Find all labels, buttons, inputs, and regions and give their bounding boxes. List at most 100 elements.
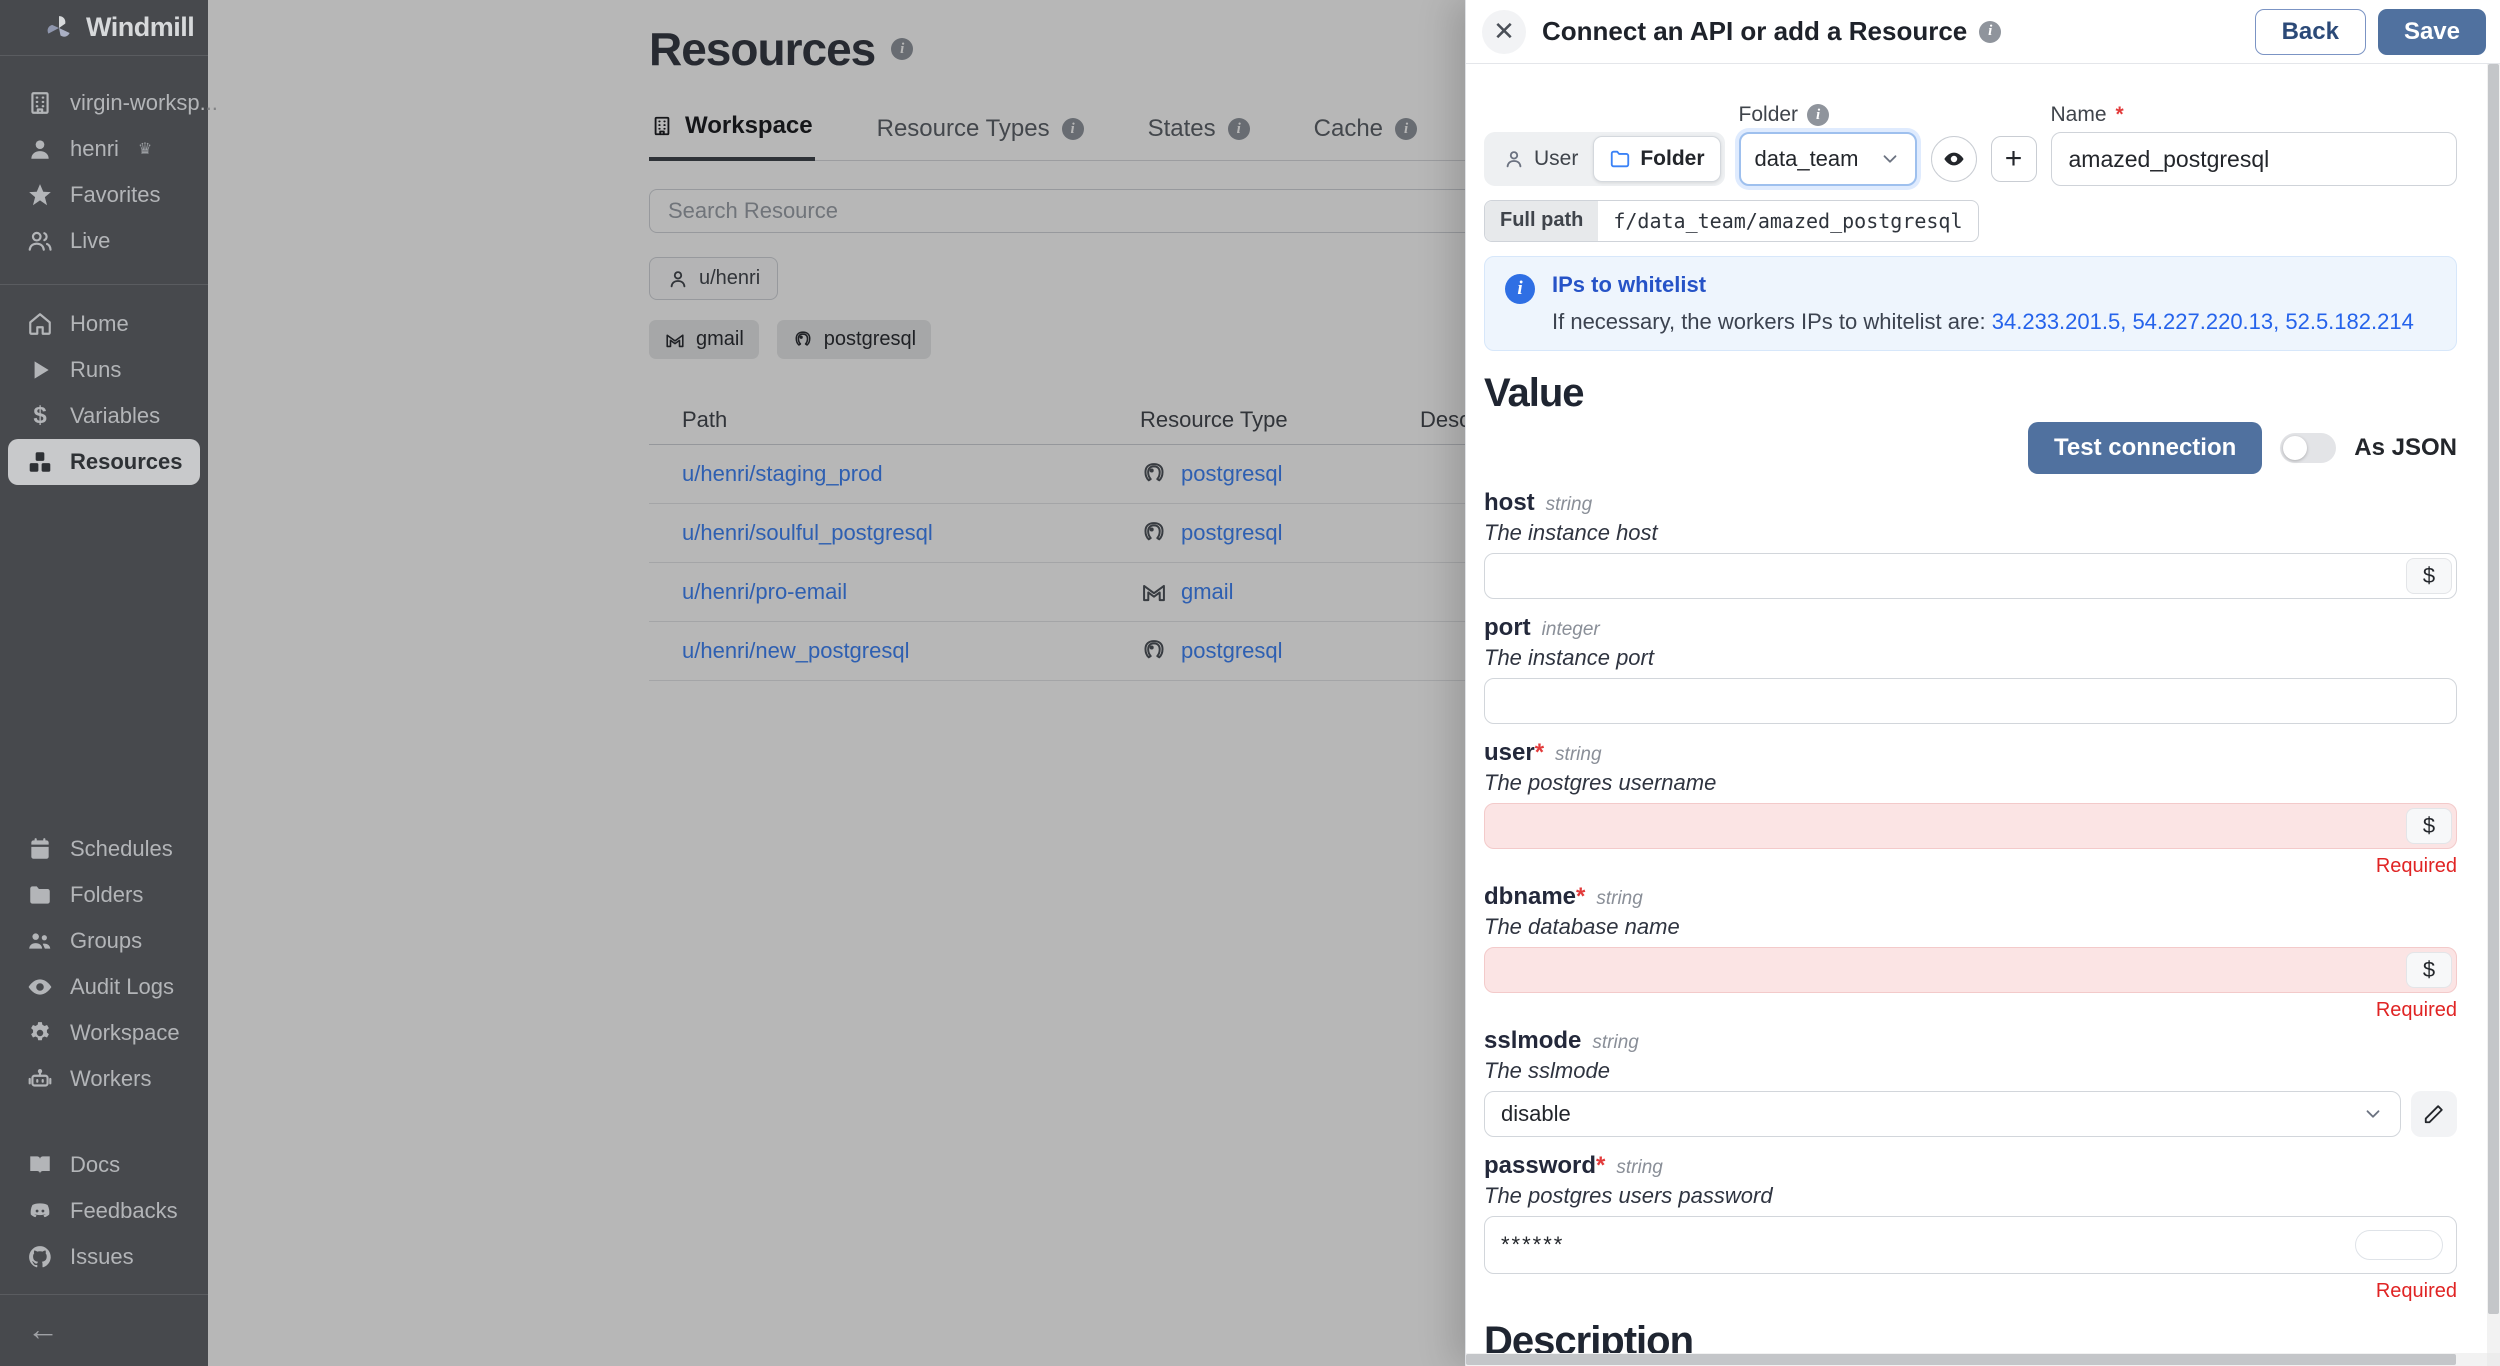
field-description: The instance port	[1484, 645, 1654, 670]
field-name: host	[1484, 489, 1535, 516]
sidebar-item-label: Workspace	[70, 1020, 180, 1045]
user-icon	[1506, 151, 1522, 168]
book-icon	[27, 1152, 53, 1178]
workspace-switcher[interactable]: virgin-worksp...	[0, 80, 218, 126]
sidebar-item-docs[interactable]: Docs	[0, 1142, 208, 1188]
sidebar-item-label: Audit Logs	[70, 974, 174, 999]
users-icon	[27, 228, 53, 254]
sidebar-item-live[interactable]: Live	[0, 218, 208, 264]
toggle-knob	[2283, 436, 2308, 460]
toggle-folder[interactable]: Folder	[1593, 136, 1721, 182]
sidebar-item-label: Schedules	[70, 836, 173, 861]
sidebar-item-variables[interactable]: $ Variables	[0, 393, 208, 439]
divider	[0, 284, 208, 285]
view-folder-button[interactable]	[1930, 136, 1977, 182]
required-mark: *	[1534, 739, 1545, 766]
field-type: string	[1592, 1032, 1639, 1053]
resource-drawer: ✕ Connect an API or add a Resource i Bac…	[1465, 0, 2500, 1366]
plus-icon: +	[2004, 142, 2023, 175]
eye-icon	[1943, 152, 1964, 166]
required-mark: *	[2115, 103, 2124, 126]
chevron-down-icon	[2366, 1110, 2380, 1118]
sidebar-item-groups[interactable]: Groups	[0, 918, 208, 964]
host-input[interactable]	[1484, 553, 2457, 599]
ips-list-link[interactable]: 34.233.201.5, 54.227.220.13, 52.5.182.21…	[1992, 309, 2414, 334]
sidebar-item-favorites[interactable]: Favorites	[0, 172, 208, 218]
sidebar-item-folders[interactable]: Folders	[0, 872, 208, 918]
password-reveal-pill[interactable]	[2355, 1230, 2443, 1260]
field-type: string	[1596, 888, 1643, 909]
sidebar-item-schedules[interactable]: Schedules	[0, 826, 208, 872]
user-name: henri	[70, 136, 119, 161]
sidebar-item-workers[interactable]: Workers	[0, 1056, 208, 1102]
as-json-toggle[interactable]	[2280, 433, 2337, 463]
field-password: password * string The postgres users pass…	[1484, 1152, 2457, 1303]
back-button[interactable]: Back	[2254, 8, 2366, 55]
drawer-body: User Folder Folder i data_team + Name * …	[1484, 64, 2457, 1353]
toggle-user[interactable]: User	[1488, 136, 1593, 182]
sidebar-item-issues[interactable]: Issues	[0, 1234, 208, 1280]
sidebar-item-workspace-settings[interactable]: Workspace	[0, 1010, 208, 1056]
as-json-label: As JSON	[2354, 434, 2457, 461]
sidebar-item-runs[interactable]: Runs	[0, 347, 208, 393]
crown-icon: ♛	[137, 141, 153, 158]
scrollbar-thumb[interactable]	[1466, 1354, 2457, 1365]
full-path-value: f/data_team/amazed_postgresql	[1613, 209, 1963, 233]
dbname-input[interactable]	[1484, 947, 2457, 993]
ips-title: IPs to whitelist	[1552, 272, 1707, 297]
field-description: The database name	[1484, 914, 1680, 939]
building-icon	[27, 90, 53, 116]
test-connection-button[interactable]: Test connection	[2028, 422, 2263, 474]
field-host: host string The instance host $	[1484, 489, 2457, 599]
insert-variable-button[interactable]: $	[2406, 558, 2452, 594]
user-input[interactable]	[1484, 803, 2457, 849]
sidebar-item-resources[interactable]: Resources	[8, 439, 200, 485]
drawer-header: ✕ Connect an API or add a Resource i Bac…	[1466, 0, 2500, 64]
sslmode-select[interactable]: disable	[1484, 1091, 2401, 1137]
pencil-icon	[2424, 1105, 2443, 1124]
name-input[interactable]	[2050, 132, 2457, 186]
scrollbar-thumb[interactable]	[2488, 64, 2499, 1315]
play-icon	[27, 357, 53, 383]
sidebar-item-feedbacks[interactable]: Feedbacks	[0, 1188, 208, 1234]
user-menu[interactable]: henri ♛	[0, 126, 208, 172]
field-user: user * string The postgres username $ Req…	[1484, 739, 2457, 878]
name-label: Name	[2050, 103, 2107, 126]
sidebar-item-audit-logs[interactable]: Audit Logs	[0, 964, 208, 1010]
info-icon: i	[1505, 274, 1535, 304]
drawer-title: Connect an API or add a Resource	[1542, 16, 1968, 46]
field-name: port	[1484, 614, 1531, 641]
port-input[interactable]	[1484, 678, 2457, 724]
horizontal-scrollbar[interactable]	[1466, 1353, 2487, 1366]
sidebar-item-label: Folders	[70, 882, 144, 907]
sidebar-item-label: Variables	[70, 403, 161, 428]
collapse-sidebar-button[interactable]: ←	[0, 1301, 208, 1366]
save-button[interactable]: Save	[2377, 8, 2486, 55]
toggle-folder-label: Folder	[1640, 147, 1705, 170]
app-logo[interactable]: Windmill	[0, 0, 208, 56]
required-message: Required	[2375, 855, 2457, 877]
insert-variable-button[interactable]: $	[2406, 808, 2452, 844]
insert-variable-button[interactable]: $	[2406, 952, 2452, 988]
scrollbar-corner	[2487, 1353, 2500, 1366]
chevron-down-icon	[1883, 155, 1896, 163]
sidebar-item-label: Runs	[70, 357, 122, 382]
add-folder-button[interactable]: +	[1990, 136, 2037, 182]
boxes-icon	[27, 449, 53, 475]
owner-kind-toggle: User Folder	[1484, 132, 1725, 186]
edit-sslmode-button[interactable]	[2411, 1091, 2457, 1137]
field-name: password	[1484, 1152, 1597, 1179]
close-icon[interactable]: ✕	[1482, 9, 1526, 54]
password-input[interactable]	[1484, 1216, 2457, 1274]
ips-whitelist-callout: i IPs to whitelist If necessary, the wor…	[1484, 256, 2457, 351]
sidebar-item-label: Live	[70, 228, 111, 253]
discord-icon	[27, 1198, 53, 1224]
info-icon: i	[1807, 104, 1830, 126]
vertical-scrollbar[interactable]	[2487, 64, 2500, 1353]
folder-icon	[1611, 150, 1630, 168]
sidebar-item-home[interactable]: Home	[0, 301, 208, 347]
field-name: user	[1484, 739, 1535, 766]
windmill-logo-icon	[47, 15, 70, 37]
folder-select[interactable]: data_team	[1738, 132, 1917, 186]
robot-icon	[27, 1066, 53, 1092]
